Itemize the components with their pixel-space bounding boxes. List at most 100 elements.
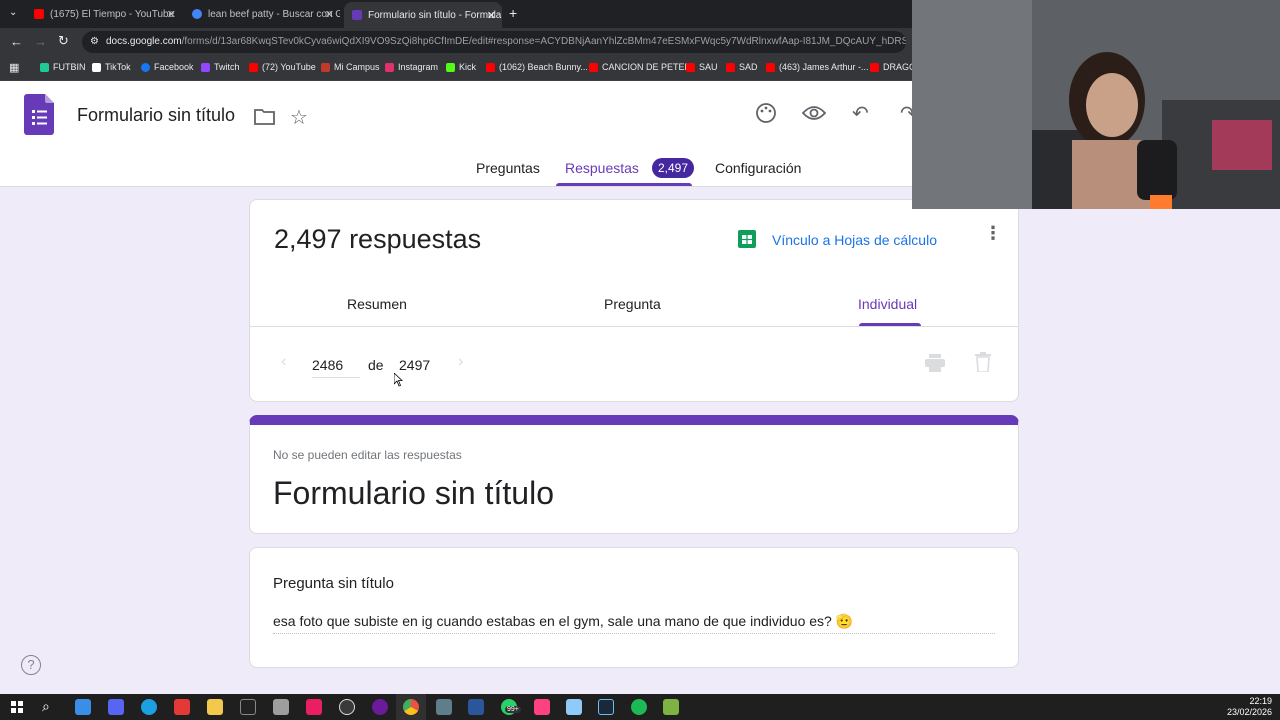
- bookmark-kick[interactable]: Kick: [446, 62, 476, 72]
- tab-settings[interactable]: Configuración: [715, 160, 801, 176]
- reload-icon[interactable]: ↻: [58, 33, 69, 49]
- browser-tab-strip: ⌄ (1675) El Tiempo - YouTube ✕ lean beef…: [0, 0, 912, 28]
- edge-icon[interactable]: [141, 699, 157, 715]
- tab-questions[interactable]: Preguntas: [476, 160, 540, 176]
- bookmark-tiktok[interactable]: TikTok: [92, 62, 131, 72]
- bookmark-sad[interactable]: SAD: [726, 62, 758, 72]
- undo-icon[interactable]: ↶: [852, 101, 869, 126]
- bookmark-sau[interactable]: SAU: [686, 62, 718, 72]
- forms-icon: [352, 10, 362, 20]
- link-to-sheets-button[interactable]: Vínculo a Hojas de cálculo: [772, 232, 937, 248]
- notepad-icon[interactable]: [566, 699, 582, 715]
- current-response-input[interactable]: 2486: [312, 357, 360, 378]
- app-green-icon[interactable]: [663, 699, 679, 715]
- url-host: docs.google.com: [106, 36, 182, 47]
- spotify-icon[interactable]: [631, 699, 647, 715]
- twitch-icon: [201, 62, 210, 72]
- obs-studio-icon[interactable]: [372, 699, 388, 715]
- active-tab-indicator: [556, 183, 692, 186]
- tiktok-icon: [92, 62, 101, 72]
- bookmark-futbin[interactable]: FUTBIN: [40, 62, 86, 72]
- close-tab-icon[interactable]: ✕: [167, 8, 176, 21]
- file-explorer-icon[interactable]: [207, 699, 223, 715]
- app-pink2-icon[interactable]: [534, 699, 550, 715]
- bookmark-mi-campus[interactable]: Mi Campus: [321, 62, 380, 72]
- responses-count-badge: 2,497: [652, 158, 695, 178]
- app-red-icon[interactable]: [174, 699, 190, 715]
- bookmark-drago[interactable]: DRAGO: [870, 62, 916, 72]
- forward-icon[interactable]: →: [34, 34, 47, 49]
- bookmark-cancion-de-peter[interactable]: CANCION DE PETER: [589, 62, 691, 72]
- discord-icon[interactable]: [108, 699, 124, 715]
- youtube-icon: [766, 62, 775, 72]
- tab-question[interactable]: Pregunta: [604, 296, 661, 312]
- close-tab-icon[interactable]: ✕: [325, 8, 334, 21]
- bookmark-twitch[interactable]: Twitch: [201, 62, 240, 72]
- tab-google-search[interactable]: lean beef patty - Buscar con Go ✕: [184, 3, 340, 25]
- capcut-icon[interactable]: [240, 699, 256, 715]
- google-forms-logo-icon: [24, 94, 54, 135]
- tab-youtube[interactable]: (1675) El Tiempo - YouTube ✕: [26, 3, 184, 25]
- response-answer: esa foto que subiste en ig cuando estaba…: [273, 613, 995, 634]
- youtube-icon: [589, 62, 598, 72]
- help-icon[interactable]: ?: [21, 655, 41, 675]
- youtube-icon: [249, 62, 258, 72]
- site-info-icon[interactable]: ⚙: [90, 31, 99, 53]
- bookmark-instagram[interactable]: Instagram: [385, 62, 438, 72]
- url-path: /forms/d/13ar68KwqSTev0kCyva6wiQdXI9VO9S…: [181, 36, 906, 47]
- print-icon[interactable]: [925, 354, 945, 372]
- new-tab-button[interactable]: +: [509, 5, 517, 21]
- bookmarks-bar: ▦ FUTBIN TikTok Facebook Twitch (72) You…: [0, 56, 916, 81]
- tab-summary[interactable]: Resumen: [347, 296, 407, 312]
- tab-forms[interactable]: Formulario sin título - Formula ✕: [344, 2, 502, 28]
- word-icon[interactable]: [468, 699, 484, 715]
- tab-individual[interactable]: Individual: [858, 296, 917, 312]
- bookmark-youtube[interactable]: (72) YouTube: [249, 62, 316, 72]
- youtube-icon: [870, 62, 879, 72]
- pager-separator: de: [368, 357, 384, 373]
- windows-taskbar: ⌕ 99+ 22:19 23/02/2026: [0, 694, 1280, 720]
- responses-count: 2,497 respuestas: [274, 224, 482, 254]
- youtube-icon: [34, 9, 44, 19]
- instagram-icon: [385, 62, 394, 72]
- form-document-title[interactable]: Formulario sin título: [77, 105, 235, 126]
- bookmark-beach-bunny[interactable]: (1062) Beach Bunny...: [486, 62, 588, 72]
- palette-icon[interactable]: [755, 102, 777, 124]
- system-clock[interactable]: 22:19 23/02/2026: [1227, 696, 1272, 718]
- responses-summary-card: 2,497 respuestas Vínculo a Hojas de cálc…: [249, 199, 1019, 402]
- bookmark-james-arthur[interactable]: (463) James Arthur -...: [766, 62, 869, 72]
- apps-icon[interactable]: ▦: [9, 61, 19, 74]
- facebook-icon: [141, 62, 150, 72]
- question-card: Pregunta sin título esa foto que subiste…: [249, 547, 1019, 668]
- steam-icon[interactable]: [598, 699, 614, 715]
- tab-label: lean beef patty - Buscar con Go: [208, 8, 340, 20]
- task-view-icon[interactable]: [75, 699, 91, 715]
- browser-toolbar: ← → ↻ ⚙ docs.google.com/forms/d/13ar68Kw…: [0, 28, 912, 56]
- app-pink-icon[interactable]: [306, 699, 322, 715]
- obs-icon[interactable]: [339, 699, 355, 715]
- back-icon[interactable]: ←: [10, 34, 23, 49]
- next-response-icon[interactable]: ›: [458, 353, 463, 371]
- sheets-icon[interactable]: [738, 230, 756, 248]
- app-grey-icon[interactable]: [273, 699, 289, 715]
- bookmark-facebook[interactable]: Facebook: [141, 62, 194, 72]
- star-icon[interactable]: ☆: [290, 105, 308, 130]
- form-title-card: No se pueden editar las respuestas Formu…: [249, 415, 1019, 534]
- tab-search-icon[interactable]: ⌄: [9, 7, 17, 18]
- tab-label: Formulario sin título - Formula: [368, 9, 502, 21]
- windows-start-icon[interactable]: [11, 701, 23, 713]
- futbin-icon: [40, 62, 49, 72]
- calculator-icon[interactable]: [436, 699, 452, 715]
- tab-responses[interactable]: Respuestas: [565, 160, 639, 176]
- delete-icon[interactable]: [975, 352, 991, 372]
- more-options-icon[interactable]: ⋮: [984, 224, 1002, 242]
- folder-icon[interactable]: [254, 108, 275, 125]
- google-icon: [192, 9, 202, 19]
- search-icon[interactable]: ⌕: [42, 698, 50, 715]
- preview-eye-icon[interactable]: [802, 105, 826, 121]
- divider: [250, 326, 1018, 327]
- address-bar[interactable]: ⚙ docs.google.com/forms/d/13ar68KwqSTev0…: [82, 31, 906, 53]
- close-tab-icon[interactable]: ✕: [487, 9, 496, 22]
- previous-response-icon[interactable]: ‹: [281, 353, 286, 371]
- tab-label: (1675) El Tiempo - YouTube: [50, 8, 175, 20]
